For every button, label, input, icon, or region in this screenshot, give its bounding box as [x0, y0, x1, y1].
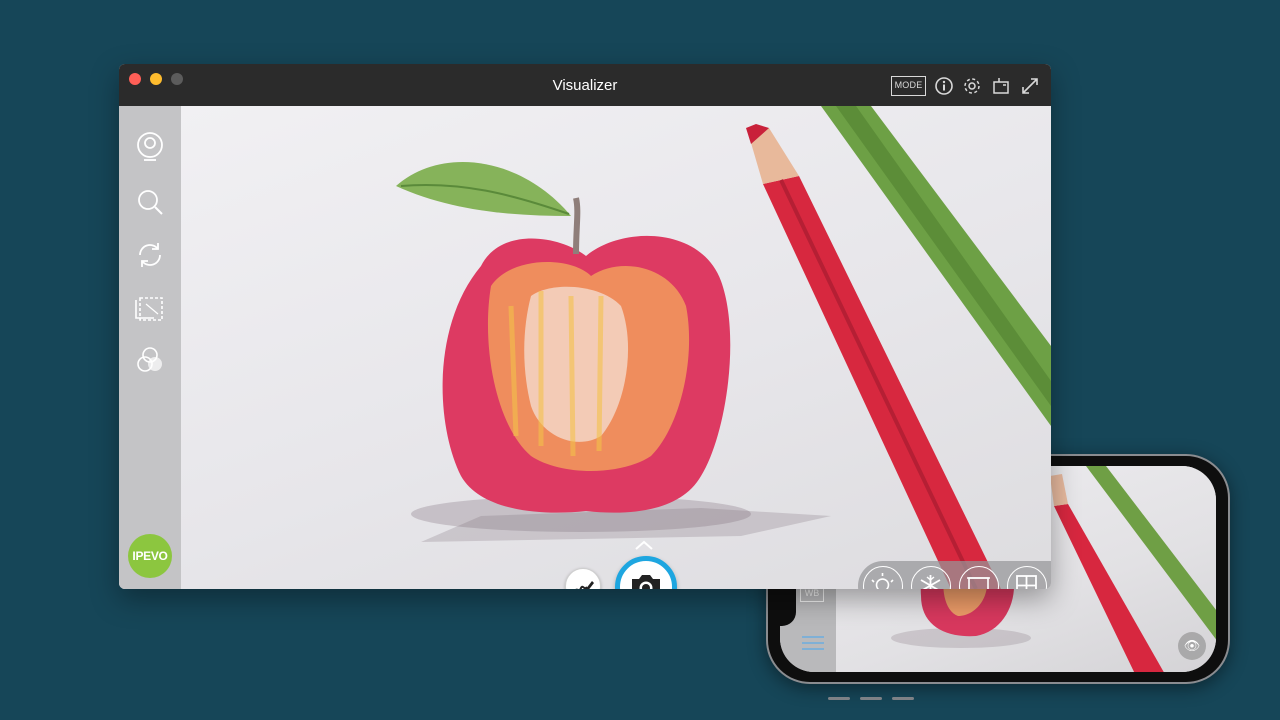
split-icon[interactable]	[1007, 566, 1047, 589]
gear-icon[interactable]	[962, 76, 982, 96]
info-icon[interactable]	[934, 76, 954, 96]
capture-button[interactable]	[615, 556, 677, 589]
freeze-icon[interactable]	[911, 566, 951, 589]
phone-home-indicators	[828, 687, 938, 700]
left-toolbar: IPEVO	[119, 106, 181, 589]
ipevo-logo: IPEVO	[128, 534, 172, 578]
menu-icon[interactable]	[802, 636, 824, 654]
rotate-icon[interactable]	[134, 239, 166, 271]
pen-icon	[575, 581, 594, 589]
fullscreen-icon[interactable]	[1020, 76, 1040, 96]
camera-view	[181, 106, 1051, 589]
webcam-icon[interactable]	[134, 130, 166, 162]
bottom-tool-tray	[858, 561, 1051, 589]
crop-icon[interactable]	[134, 292, 166, 324]
camera-icon	[632, 575, 660, 589]
mode-button[interactable]: MODE	[891, 76, 926, 96]
annotate-button[interactable]	[565, 568, 601, 589]
camera-scene	[396, 106, 1051, 589]
layout-icon[interactable]	[991, 76, 1011, 96]
eye-icon[interactable]: 👁	[1178, 632, 1206, 660]
adjust-icon[interactable]	[134, 344, 166, 376]
zoom-icon[interactable]	[134, 186, 166, 218]
chevron-up-icon[interactable]	[635, 540, 653, 550]
title-bar: Visualizer MODE	[119, 64, 1051, 106]
presentation-icon[interactable]	[959, 566, 999, 589]
visualizer-window: Visualizer MODE IPEVO	[119, 64, 1051, 589]
light-icon[interactable]	[863, 566, 903, 589]
